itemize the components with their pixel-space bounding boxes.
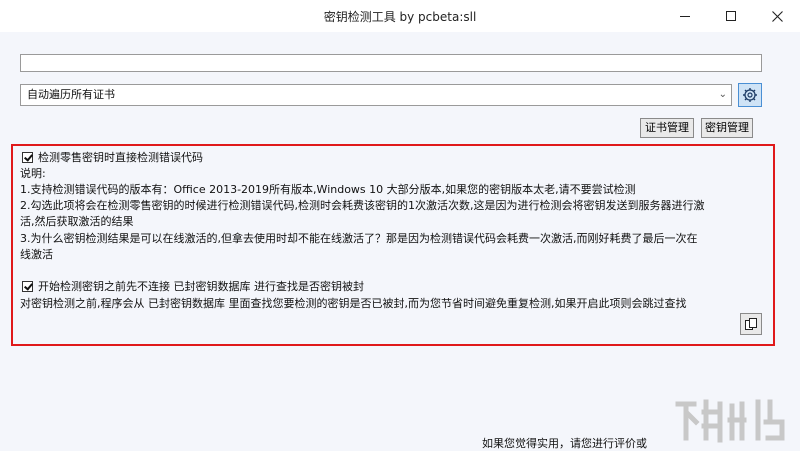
copy-icon — [745, 318, 757, 330]
copy-button[interactable] — [740, 313, 762, 335]
maximize-button[interactable] — [708, 0, 754, 32]
option-retail-error-check[interactable]: 检测零售密钥时直接检测错误代码 — [22, 149, 203, 165]
gear-icon — [743, 88, 757, 102]
key-manage-button[interactable]: 密钥管理 — [701, 118, 753, 138]
desc-line: 1.支持检测错误代码的版本有：Office 2013-2019所有版本,Wind… — [20, 183, 636, 196]
footer-text: 如果您觉得实用，请您进行评价或 — [482, 437, 647, 450]
key-input[interactable] — [20, 54, 762, 72]
settings-button[interactable] — [738, 83, 762, 107]
cert-manage-button[interactable]: 证书管理 — [640, 118, 694, 138]
cert-select-value: 自动遍历所有证书 — [27, 88, 115, 101]
maximize-icon — [726, 11, 736, 21]
close-button[interactable] — [754, 0, 800, 32]
checkbox-checked[interactable] — [22, 280, 33, 292]
minimize-button[interactable] — [662, 0, 708, 32]
desc-line: 3.为什么密钥检测结果是可以在线激活的,但拿去使用时却不能在线激活了？那是因为检… — [20, 232, 698, 245]
watermark-logo — [675, 399, 785, 443]
desc-line: 2.勾选此项将会在检测零售密钥的时候进行检测错误代码,检测时会耗费该密钥的1次激… — [20, 199, 705, 212]
title-bar: 密钥检测工具 by pcbeta:sll — [0, 0, 800, 32]
option-blocked-db-check[interactable]: 开始检测密钥之前先不连接 已封密钥数据库 进行查找是否密钥被封 — [22, 278, 364, 294]
option-desc: 对密钥检测之前,程序会从 已封密钥数据库 里面查找您要检测的密钥是否已被封,而为… — [20, 297, 687, 310]
chevron-down-icon: ⌄ — [718, 89, 727, 100]
close-icon — [771, 10, 783, 22]
minimize-icon — [680, 15, 690, 17]
checkbox-checked[interactable] — [22, 151, 33, 163]
desc-line: 活,然后获取激活的结果 — [20, 215, 134, 228]
desc-title: 说明: — [20, 167, 46, 180]
option-label: 检测零售密钥时直接检测错误代码 — [38, 151, 203, 164]
option-label: 开始检测密钥之前先不连接 已封密钥数据库 进行查找是否密钥被封 — [38, 280, 364, 293]
cert-select[interactable]: 自动遍历所有证书 ⌄ — [20, 84, 732, 106]
desc-line: 线激活 — [20, 248, 53, 261]
